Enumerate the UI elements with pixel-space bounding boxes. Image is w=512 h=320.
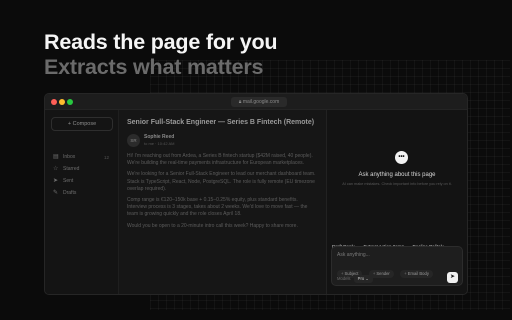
url-text: mail.google.com: [242, 99, 280, 105]
chat-input-box: +Subject +Sender +Email Body Models Pro …: [331, 246, 463, 286]
chip-email-body[interactable]: +Email Body: [400, 270, 433, 278]
sidebar-item-label: Starred: [63, 166, 80, 172]
email-body: Hi! I'm reaching out from Ardea, a Serie…: [127, 153, 317, 230]
email-view: Senior Full-Stack Engineer — Series B Fi…: [119, 110, 325, 294]
chip-label: Email Body: [407, 271, 429, 276]
maximize-window-button[interactable]: [67, 99, 73, 105]
email-paragraph: Would you be open to a 20-minute intro c…: [127, 222, 298, 229]
compose-button[interactable]: + Compose: [51, 117, 113, 131]
sender-name: Sophie Reed: [144, 134, 175, 140]
url-bar[interactable]: 🔒︎ mail.google.com: [231, 97, 287, 107]
hero-line-1: Reads the page for you: [44, 30, 278, 54]
hero-headline: Reads the page for you Extracts what mat…: [44, 30, 278, 80]
model-value: Pro: [357, 276, 365, 281]
model-row: Models Pro ⌄: [337, 275, 373, 283]
sidebar-item-label: Inbox: [63, 154, 76, 160]
close-window-button[interactable]: [51, 99, 57, 105]
email-paragraph: Hi! I'm reaching out from Ardea, a Serie…: [127, 153, 313, 167]
chevron-down-icon: ⌄: [365, 276, 369, 281]
sidebar-item-label: Sent: [63, 178, 74, 184]
plus-icon: +: [372, 271, 376, 276]
plus-icon: +: [404, 271, 407, 276]
browser-window: 🔒︎ mail.google.com + Compose ▤ Inbox 12 …: [44, 93, 468, 295]
chip-label: Sender: [376, 271, 390, 276]
send-icon: ➤: [53, 178, 59, 184]
chat-input[interactable]: [337, 251, 437, 259]
quick-actions: Draft Reply Extract Action Items Decline…: [330, 235, 464, 249]
lock-icon: 🔒︎: [238, 99, 242, 105]
draft-icon: ✎: [53, 190, 59, 196]
minimize-window-button[interactable]: [59, 99, 65, 105]
inbox-icon: ▤: [53, 154, 59, 160]
assistant-subtitle: AI can make mistakes. Check important in…: [342, 182, 452, 186]
inbox-count: 12: [103, 155, 109, 160]
email-subject: Senior Full-Stack Engineer — Series B Fi…: [127, 119, 315, 126]
send-icon: ➤: [449, 274, 456, 280]
send-button[interactable]: ➤: [447, 272, 458, 283]
context-chips: +Subject +Sender +Email Body: [337, 262, 435, 278]
assistant-title: Ask anything about this page: [358, 172, 436, 178]
star-icon: ☆: [53, 166, 59, 172]
email-paragraph: Comp range is €120–150k base + 0.15–0.25…: [127, 197, 308, 218]
model-label: Models: [337, 276, 351, 281]
sidebar-item-drafts[interactable]: ✎ Drafts: [51, 189, 113, 198]
sidebar-item-inbox[interactable]: ▤ Inbox 12: [51, 153, 113, 162]
mail-sidebar: + Compose ▤ Inbox 12 ☆ Starred ➤ Sent ✎ …: [45, 110, 119, 294]
chat-bubble-icon: •••: [395, 151, 408, 164]
sender-meta: to me · 10:42 AM: [144, 141, 175, 146]
compose-label: Compose: [72, 121, 97, 127]
sidebar-item-sent[interactable]: ➤ Sent: [51, 177, 113, 186]
assistant-panel: ••• Ask anything about this page AI can …: [326, 110, 467, 294]
model-select[interactable]: Pro ⌄: [353, 275, 373, 283]
sidebar-item-starred[interactable]: ☆ Starred: [51, 165, 113, 174]
sidebar-item-label: Drafts: [63, 190, 77, 196]
hero-line-2: Extracts what matters: [44, 55, 264, 79]
sender-row: SR Sophie Reed to me · 10:42 AM: [127, 133, 317, 149]
browser-titlebar: 🔒︎ mail.google.com: [45, 94, 467, 110]
email-paragraph: We're looking for a Senior Full-Stack En…: [127, 171, 316, 192]
avatar: SR: [127, 134, 140, 147]
